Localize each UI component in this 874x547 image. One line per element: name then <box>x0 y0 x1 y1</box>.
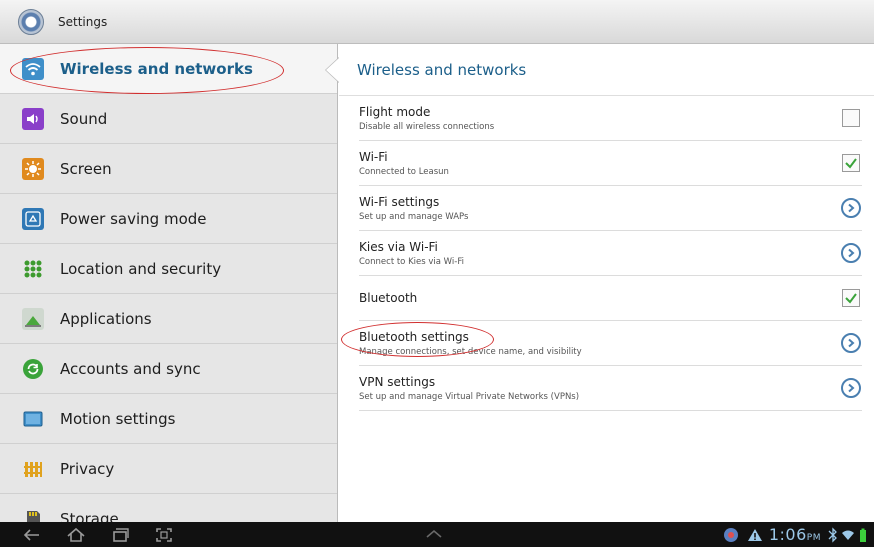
sidebar-item-motion[interactable]: Motion settings <box>0 394 337 444</box>
row-title: Bluetooth <box>359 291 418 305</box>
row-subtitle: Manage connections, set device name, and… <box>359 346 582 357</box>
sidebar-item-storage[interactable]: Storage <box>0 494 337 522</box>
sidebar-item-label: Power saving mode <box>60 209 207 228</box>
grid-dots-icon <box>22 258 44 280</box>
row-wifi[interactable]: Wi-Fi Connected to Leasun <box>359 141 862 186</box>
speaker-icon <box>22 107 44 130</box>
clock-time: 1:06 <box>768 525 807 544</box>
flight-mode-checkbox[interactable] <box>842 109 860 127</box>
sidebar-item-label: Accounts and sync <box>60 359 201 378</box>
sidebar-item-accounts-sync[interactable]: Accounts and sync <box>0 344 337 394</box>
screenshot-icon[interactable] <box>142 524 186 546</box>
sidebar-item-location-security[interactable]: Location and security <box>0 244 337 294</box>
brightness-icon <box>22 157 44 180</box>
settings-sidebar: Wireless and networks Sound Screen Power… <box>0 44 338 522</box>
settings-gear-icon <box>18 8 44 35</box>
sidebar-item-label: Screen <box>60 159 112 178</box>
settings-detail-panel: Wireless and networks Flight mode Disabl… <box>339 44 874 522</box>
recent-apps-icon[interactable] <box>98 524 142 546</box>
row-wifi-settings[interactable]: Wi-Fi settings Set up and manage WAPs <box>359 186 862 231</box>
bluetooth-icon <box>828 526 837 543</box>
clock-ampm: PM <box>806 533 821 543</box>
notification-icon[interactable] <box>723 527 739 543</box>
chevron-up-icon[interactable] <box>422 524 446 547</box>
wifi-signal-icon <box>842 530 854 540</box>
row-subtitle: Connected to Leasun <box>359 166 449 177</box>
sidebar-item-label: Storage <box>60 509 119 523</box>
system-bar: 1:06PM <box>0 522 874 547</box>
sidebar-item-power-saving[interactable]: Power saving mode <box>0 194 337 244</box>
row-title: Flight mode <box>359 104 431 119</box>
checkmark-icon <box>845 158 857 169</box>
sidebar-item-label: Motion settings <box>60 409 176 428</box>
row-bluetooth-settings[interactable]: Bluetooth settings Manage connections, s… <box>359 321 862 366</box>
selection-pointer <box>326 58 339 82</box>
row-kies-via-wifi[interactable]: Kies via Wi-Fi Connect to Kies via Wi-Fi <box>359 231 862 276</box>
panel-title: Wireless and networks <box>339 44 874 96</box>
sidebar-item-label: Location and security <box>60 259 222 278</box>
fence-icon <box>22 458 44 480</box>
row-subtitle: Disable all wireless connections <box>359 121 495 132</box>
sidebar-item-sound[interactable]: Sound <box>0 94 337 144</box>
recycle-icon <box>22 207 44 230</box>
app-title: Settings <box>58 14 108 29</box>
row-title: Kies via Wi-Fi <box>359 239 438 254</box>
sidebar-item-label: Sound <box>60 109 108 128</box>
clock: 1:06PM <box>769 525 821 544</box>
bluetooth-checkbox[interactable] <box>842 289 860 307</box>
row-bluetooth[interactable]: Bluetooth <box>359 276 862 321</box>
wifi-checkbox[interactable] <box>842 154 860 172</box>
row-title: Wi-Fi settings <box>359 194 440 209</box>
sidebar-item-label: Wireless and networks <box>60 59 253 78</box>
checkmark-icon <box>845 293 857 304</box>
sidebar-item-screen[interactable]: Screen <box>0 144 337 194</box>
back-icon[interactable] <box>10 524 54 546</box>
row-subtitle: Connect to Kies via Wi-Fi <box>359 256 464 267</box>
row-subtitle: Set up and manage WAPs <box>359 211 469 222</box>
row-title: Bluetooth settings <box>359 329 469 344</box>
chevron-right-icon[interactable] <box>841 378 861 398</box>
sidebar-item-privacy[interactable]: Privacy <box>0 444 337 494</box>
sync-icon <box>22 358 44 380</box>
warning-icon[interactable] <box>747 527 763 543</box>
chevron-right-icon[interactable] <box>841 243 861 263</box>
home-icon[interactable] <box>54 524 98 546</box>
row-subtitle: Set up and manage Virtual Private Networ… <box>359 391 580 402</box>
sidebar-item-label: Privacy <box>60 459 115 478</box>
battery-icon <box>860 528 866 542</box>
tablet-icon <box>22 408 44 430</box>
sd-card-icon <box>22 508 44 522</box>
row-vpn-settings[interactable]: VPN settings Set up and manage Virtual P… <box>359 366 862 411</box>
settings-list: Flight mode Disable all wireless connect… <box>339 96 874 411</box>
android-icon <box>22 307 44 330</box>
row-title: Wi-Fi <box>359 149 388 164</box>
sidebar-item-applications[interactable]: Applications <box>0 294 337 344</box>
row-flight-mode[interactable]: Flight mode Disable all wireless connect… <box>359 96 862 141</box>
title-bar: Settings <box>0 0 874 44</box>
row-title: VPN settings <box>359 374 436 389</box>
chevron-right-icon[interactable] <box>841 198 861 218</box>
sidebar-item-label: Applications <box>60 309 152 328</box>
chevron-right-icon[interactable] <box>841 333 861 353</box>
sidebar-item-wireless[interactable]: Wireless and networks <box>0 44 337 94</box>
wifi-icon <box>22 57 44 80</box>
